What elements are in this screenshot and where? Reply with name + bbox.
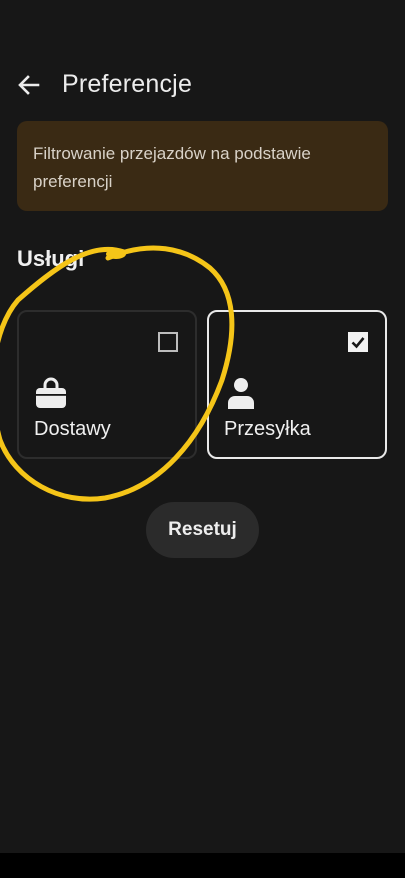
- service-card-przesylka[interactable]: Przesyłka: [207, 310, 387, 459]
- info-banner: Filtrowanie przejazdów na podstawie pref…: [17, 121, 388, 211]
- person-icon: [228, 378, 254, 409]
- service-card-dostawy[interactable]: Dostawy: [17, 310, 197, 459]
- arrow-left-icon: [18, 75, 40, 95]
- service-label-dostawy: Dostawy: [34, 418, 111, 440]
- info-banner-text: Filtrowanie przejazdów na podstawie pref…: [33, 144, 311, 191]
- service-label-przesylka: Przesyłka: [224, 418, 311, 440]
- checkbox-przesylka[interactable]: [348, 332, 368, 352]
- shopping-bag-icon: [36, 377, 66, 408]
- navigation-bar: [0, 853, 405, 878]
- checkbox-dostawy[interactable]: [158, 332, 178, 352]
- preferences-screen: Preferencje Filtrowanie przejazdów na po…: [0, 0, 405, 853]
- checkmark-icon: [351, 337, 365, 349]
- back-button[interactable]: [12, 68, 46, 102]
- reset-button[interactable]: Resetuj: [146, 502, 259, 558]
- app-header: Preferencje: [0, 62, 405, 106]
- page-title: Preferencje: [62, 70, 193, 98]
- section-title-services: Usługi: [17, 246, 85, 271]
